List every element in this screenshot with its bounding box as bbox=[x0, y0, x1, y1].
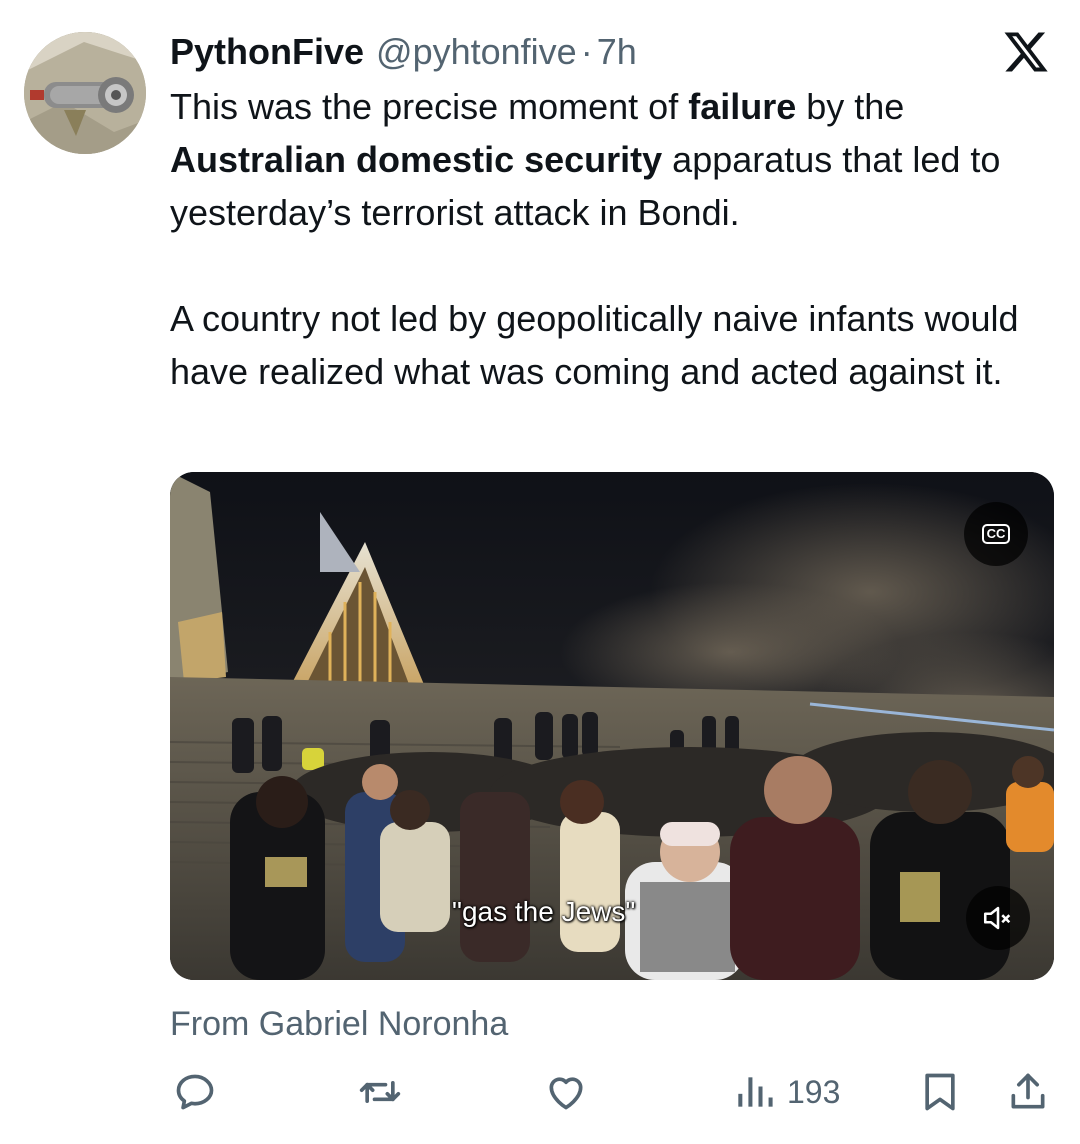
closed-captions-icon: CC bbox=[981, 524, 1011, 544]
share-button[interactable] bbox=[1006, 1062, 1050, 1122]
heart-icon bbox=[549, 1077, 583, 1110]
separator-dot: · bbox=[580, 31, 593, 72]
retweet-icon bbox=[359, 1081, 401, 1103]
tweet-text-part: This was the precise moment of bbox=[170, 86, 689, 127]
author-name[interactable]: PythonFive bbox=[170, 30, 364, 74]
source-attribution[interactable]: From Gabriel Noronha bbox=[170, 1002, 508, 1046]
timestamp[interactable]: 7h bbox=[597, 30, 637, 74]
bookmark-icon bbox=[925, 1073, 955, 1111]
tweet-text-bold: failure bbox=[688, 86, 797, 127]
bookmark-button[interactable] bbox=[918, 1062, 962, 1122]
tweet-paragraph-2: A country not led by geopolitically naiv… bbox=[170, 298, 1019, 392]
closed-captions-button[interactable]: CC bbox=[964, 502, 1028, 566]
views-button[interactable]: 193 bbox=[733, 1062, 840, 1122]
tweet-text-part: by the bbox=[796, 86, 905, 127]
action-bar: 193 bbox=[0, 1062, 1080, 1122]
tweet-paragraph-1: This was the precise moment of failure b… bbox=[170, 80, 1060, 239]
reply-button[interactable] bbox=[173, 1062, 217, 1122]
tweet-text: This was the precise moment of failure b… bbox=[170, 80, 1060, 398]
author-handle[interactable]: @pyhtonfive bbox=[376, 30, 577, 74]
views-count: 193 bbox=[787, 1073, 841, 1110]
avatar-image bbox=[24, 32, 146, 154]
muted-speaker-icon bbox=[983, 906, 1011, 930]
like-button[interactable] bbox=[544, 1062, 588, 1122]
tweet-header: PythonFive @pyhtonfive · 7h bbox=[170, 30, 1040, 74]
views-bar-chart-icon bbox=[738, 1077, 773, 1107]
retweet-button[interactable] bbox=[358, 1062, 402, 1122]
video-subtitle: "gas the Jews" bbox=[452, 896, 636, 927]
x-logo-icon bbox=[1002, 28, 1050, 76]
tweet-text-bold: Australian domestic security bbox=[170, 139, 663, 180]
share-icon bbox=[1011, 1073, 1045, 1109]
mute-button[interactable] bbox=[966, 886, 1030, 950]
reply-icon bbox=[176, 1074, 214, 1110]
avatar[interactable] bbox=[24, 32, 146, 154]
video-player[interactable]: CC "gas the Jews" bbox=[170, 472, 1054, 980]
